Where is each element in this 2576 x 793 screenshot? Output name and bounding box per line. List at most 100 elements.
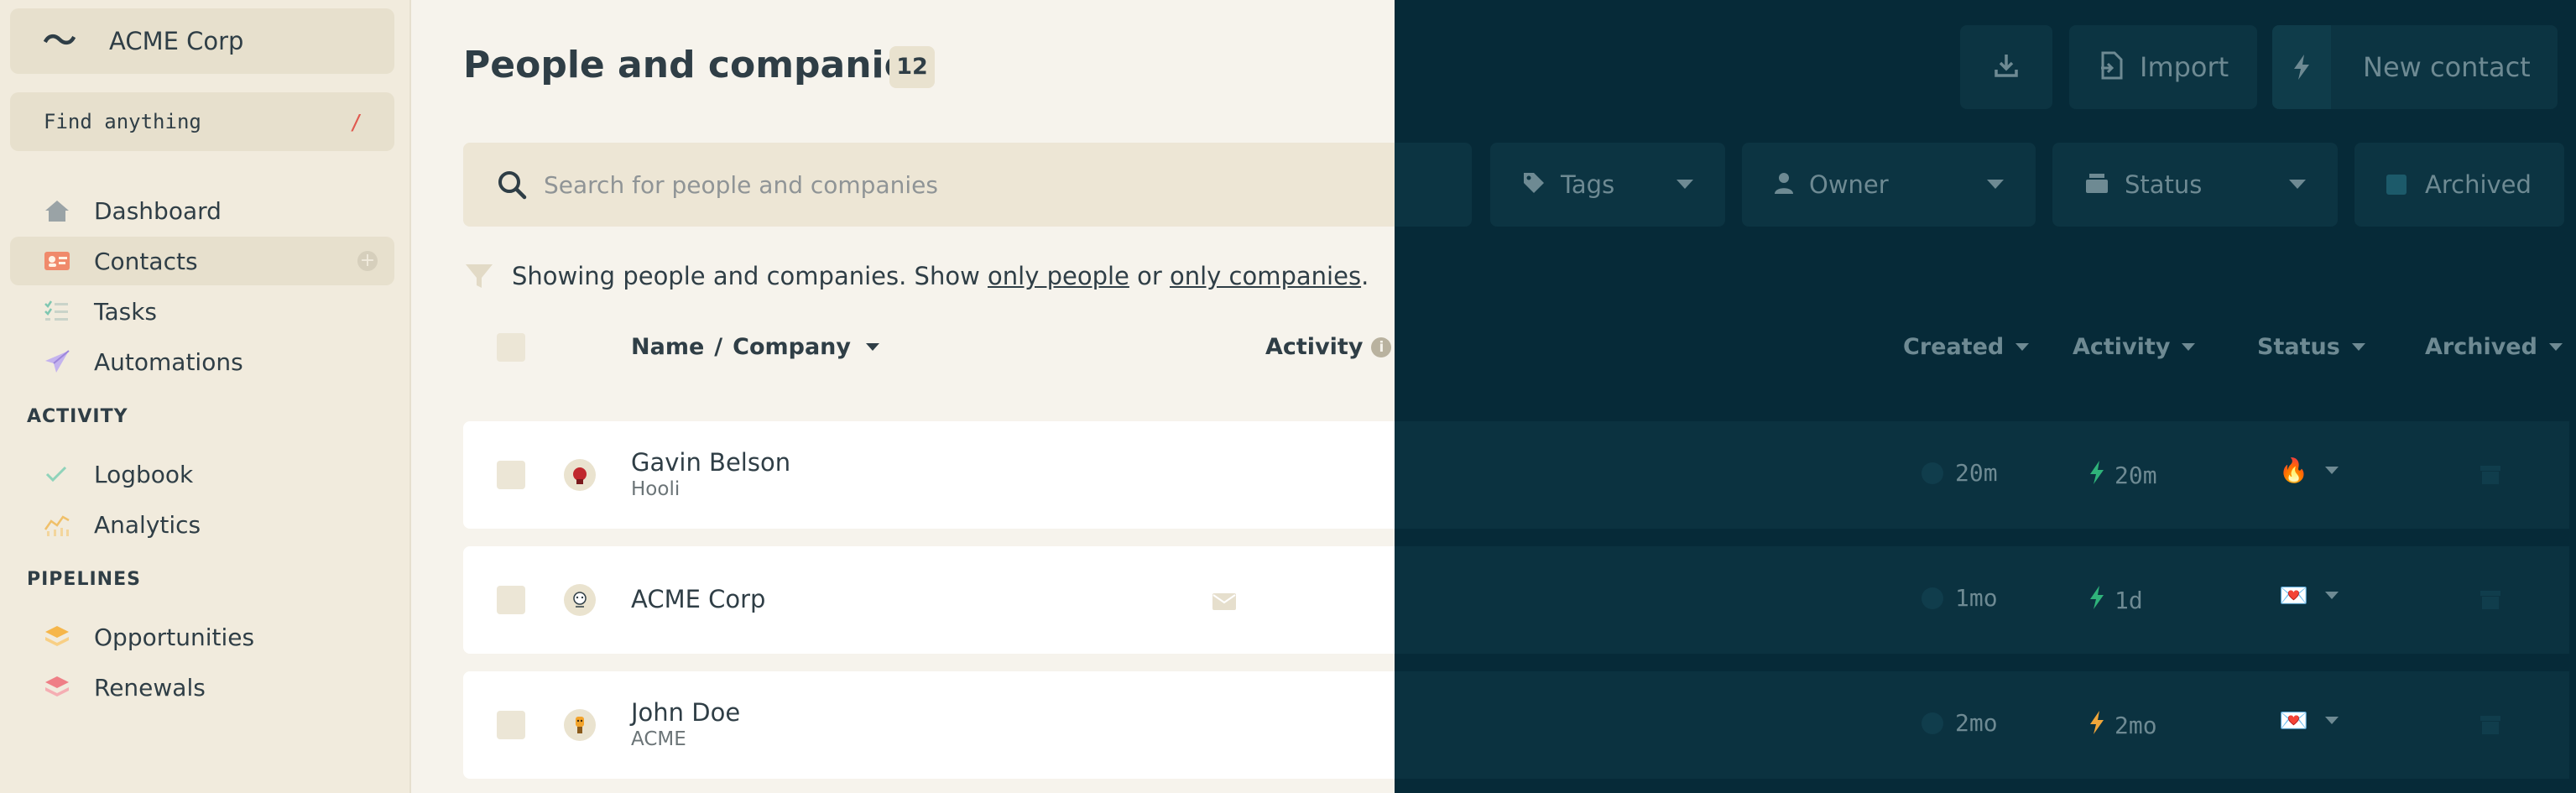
status-filter[interactable]: Status [2052,143,2338,227]
archive-icon[interactable] [2479,463,2502,490]
sort-caret-icon [2182,343,2196,351]
page-title: People and companies [463,44,931,86]
funnel-icon [463,260,495,292]
new-contact-button[interactable]: New contact [2272,25,2558,109]
sidebar-item-tasks[interactable]: Tasks [10,287,394,336]
tilde-logo-icon: 〜 [43,22,76,60]
column-header-created[interactable]: Created [1903,334,2030,360]
info-icon: i [1371,337,1392,357]
table-row[interactable]: John Doe ACME [463,671,1395,779]
status-cell[interactable]: 💌 [2279,707,2339,734]
avatar [564,709,596,741]
contact-card-icon [44,248,81,274]
table-row[interactable]: Gavin Belson Hooli [463,421,1395,529]
email-icon[interactable] [1212,592,1237,614]
activity-cell: 2mo [2088,709,2157,742]
avatar [564,459,596,491]
contact-name[interactable]: Gavin Belson [631,448,790,477]
created-value: 2mo [1955,709,1998,737]
search-icon [495,168,529,201]
checklist-icon [44,298,81,325]
import-button[interactable]: Import [2069,25,2257,109]
sidebar-item-label: Analytics [94,510,201,539]
download-button[interactable] [1960,25,2052,109]
activity-cell: 20m [2088,459,2157,492]
column-header-name[interactable]: Name / Company [631,334,880,360]
chevron-down-icon [2324,717,2339,724]
owner-filter[interactable]: Owner [1742,143,2036,227]
activity-value: 2mo [2115,712,2157,739]
filter-prefix: Showing people and companies. Show [512,262,988,290]
clock-icon [1922,462,1943,484]
find-anything-label: Find anything [44,110,201,133]
table-row-overlay[interactable]: 20m 20m 🔥 [1395,421,2569,529]
archive-icon[interactable] [2479,588,2502,615]
sidebar-item-label: Dashboard [94,196,222,225]
tag-icon [1522,171,1546,198]
row-checkbox[interactable] [497,711,525,739]
activity-value: 20m [2115,462,2157,489]
chevron-down-icon [2289,180,2306,189]
filter-suffix: . [1361,262,1369,290]
table-row[interactable]: ACME Corp [463,546,1395,654]
person-icon [1774,171,1794,198]
chevron-down-icon [2324,467,2339,474]
sidebar-item-label: Automations [94,347,243,376]
only-people-link[interactable]: only people [988,262,1129,290]
sidebar-item-opportunities[interactable]: Opportunities [10,613,394,661]
created-cell: 20m [1922,459,1998,487]
archived-filter[interactable]: Archived [2354,143,2564,227]
bolt-icon [2088,709,2106,742]
activity-cell: 1d [2088,584,2143,617]
status-cell[interactable]: 💌 [2279,582,2339,609]
table-row-overlay[interactable]: 1mo 1d 💌 [1395,546,2569,654]
search-bar-overlay[interactable] [1395,143,1472,227]
archived-checkbox[interactable] [2386,175,2407,195]
column-activity-label: Activity [2073,334,2171,360]
sidebar-item-logbook[interactable]: Logbook [10,450,394,498]
add-contact-icon[interactable]: + [357,251,378,271]
sidebar-item-automations[interactable]: Automations [10,337,394,386]
search-bar[interactable]: Search for people and companies [463,143,1395,227]
sidebar-item-dashboard[interactable]: Dashboard [10,186,394,235]
section-title-activity: ACTIVITY [27,406,128,427]
table-row-overlay[interactable]: 2mo 2mo 💌 [1395,671,2569,779]
row-checkbox[interactable] [497,586,525,614]
contact-name[interactable]: John Doe [631,698,740,727]
search-input[interactable]: Search for people and companies [544,171,938,199]
sidebar-item-label: Logbook [94,460,194,488]
only-companies-link[interactable]: only companies [1170,262,1361,290]
column-header-status[interactable]: Status [2257,334,2365,360]
sidebar-item-contacts[interactable]: Contacts + [10,237,394,285]
sort-caret-icon [2015,343,2030,351]
select-all-checkbox[interactable] [497,333,525,362]
status-cell[interactable]: 🔥 [2279,456,2339,484]
tags-label: Tags [1561,170,1615,199]
sidebar-item-analytics[interactable]: Analytics [10,500,394,549]
org-switcher[interactable]: 〜 ACME Corp [10,8,394,74]
bolt-icon [2088,459,2106,492]
activity-value: 1d [2115,587,2143,614]
archive-icon[interactable] [2479,713,2502,740]
clock-icon [1922,712,1943,734]
find-anything-button[interactable]: Find anything / [10,92,394,151]
dark-overlay-panel: Import New contact Tags Owner Status Arc… [1395,0,2576,793]
chart-icon [44,511,81,538]
owner-label: Owner [1809,170,1889,199]
sidebar: 〜 ACME Corp Find anything / Dashboard Co… [0,0,411,793]
find-shortcut: / [349,109,362,134]
bolt-icon [2272,25,2331,109]
column-header-activity-log[interactable]: Activity i [1265,334,1392,360]
status-label: Status [2125,170,2203,199]
bolt-icon [2088,584,2106,617]
status-emoji: 💌 [2279,707,2308,734]
contact-name[interactable]: ACME Corp [631,585,765,613]
chevron-down-icon [1987,180,2004,189]
column-header-activity[interactable]: Activity [2073,334,2196,360]
sidebar-item-renewals[interactable]: Renewals [10,663,394,712]
sidebar-item-label: Opportunities [94,623,255,651]
row-checkbox[interactable] [497,461,525,489]
import-file-icon [2099,51,2123,83]
column-header-archived[interactable]: Archived [2425,334,2563,360]
tags-filter[interactable]: Tags [1490,143,1725,227]
